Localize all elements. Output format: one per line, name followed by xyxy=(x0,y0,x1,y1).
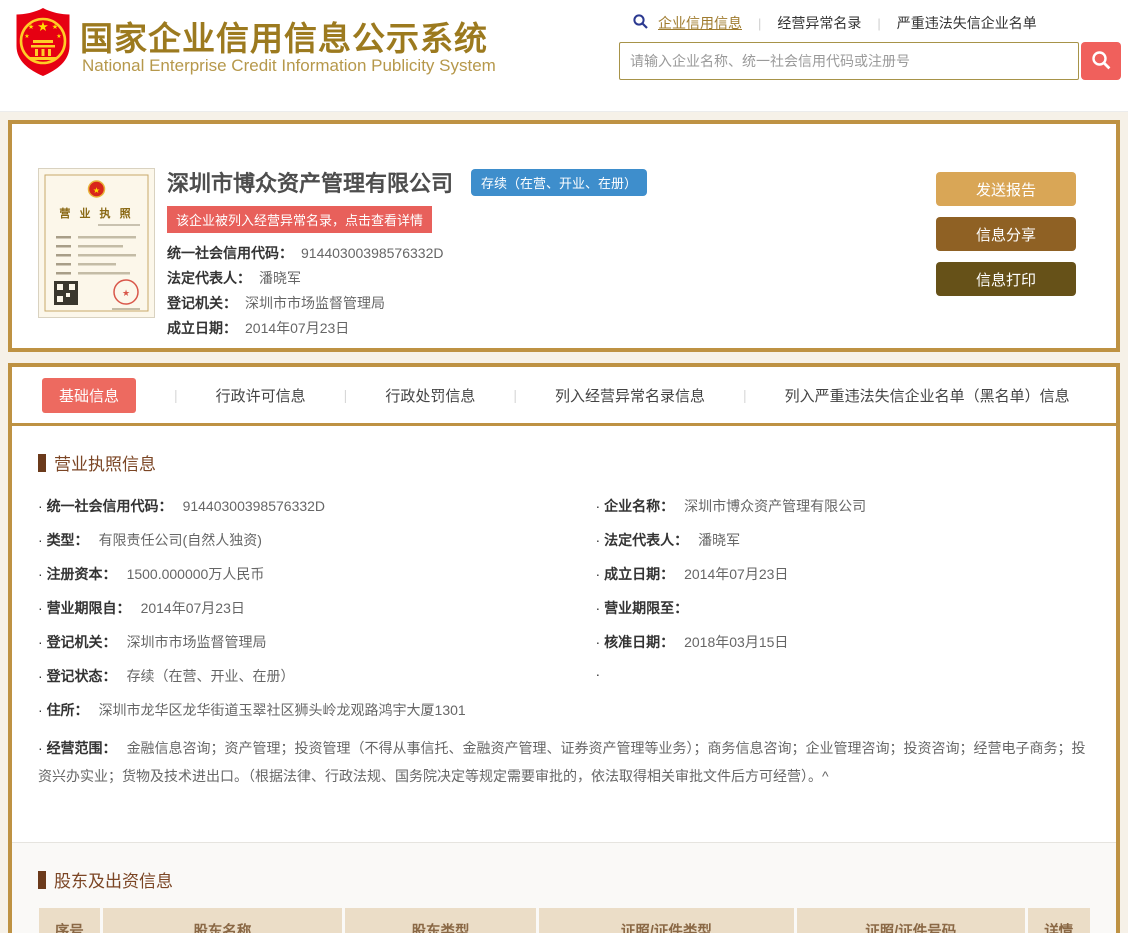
field-empty xyxy=(596,659,1090,693)
company-main-info: 深圳市博众资产管理有限公司 存续（在营、开业、在册） 该企业被列入经营异常名录，… xyxy=(167,166,936,348)
section-title-bar xyxy=(38,453,46,472)
national-emblem-logo: ★ ★ ★ ★ ★ xyxy=(12,6,74,78)
tab-separator: | xyxy=(343,387,348,403)
field-establish-date: 成立日期：2014年07月23日 xyxy=(596,557,1090,591)
svg-text:★: ★ xyxy=(93,186,100,195)
field-type: 类型：有限责任公司(自然人独资) xyxy=(38,523,596,557)
field-legal-rep: 法定代表人：潘晓军 xyxy=(596,523,1090,557)
col-header-shareholder-type: 股东类型 xyxy=(343,908,540,933)
table-header-row: 序号 股东名称 股东类型 证照/证件类型 证照/证件号码 详情 xyxy=(38,908,1090,933)
business-license-image: ★ 营 业 执 照 ★ xyxy=(38,168,155,318)
detail-card: 基础信息 | 行政许可信息 | 行政处罚信息 | 列入经营异常名录信息 | 列入… xyxy=(8,363,1120,933)
abnormal-warning-banner[interactable]: 该企业被列入经营异常名录，点击查看详情 xyxy=(167,206,433,233)
tab-basic-info[interactable]: 基础信息 xyxy=(42,377,137,413)
tab-admin-license[interactable]: 行政许可信息 xyxy=(216,385,306,406)
tab-separator: | xyxy=(513,387,517,403)
field-credit-code: 统一社会信用代码：91440300398576332D xyxy=(38,489,596,523)
header-search-area: 企业信用信息 | 经营异常名录 | 严重违法失信企业名单 xyxy=(619,12,1124,80)
share-info-button[interactable]: 信息分享 xyxy=(936,217,1076,251)
tab-separator: | xyxy=(174,387,178,403)
nav-link-blacklist[interactable]: 严重违法失信企业名单 xyxy=(897,13,1037,33)
print-info-button[interactable]: 信息打印 xyxy=(936,262,1076,296)
svg-text:★: ★ xyxy=(122,288,130,298)
field-value: 91440300398576332D xyxy=(301,245,444,261)
tab-abnormal-list[interactable]: 列入经营异常名录信息 xyxy=(555,385,705,406)
field-term-from: 营业期限自：2014年07月23日 xyxy=(38,591,596,625)
summary-row: 统一社会信用代码： 91440300398576332D xyxy=(167,241,936,266)
svg-text:★: ★ xyxy=(37,19,49,34)
status-badge: 存续（在营、开业、在册） xyxy=(471,168,648,196)
col-header-doc-type: 证照/证件类型 xyxy=(537,908,797,933)
field-registration-status: 登记状态：存续（在营、开业、在册） xyxy=(38,659,596,693)
company-summary-fields: 统一社会信用代码： 91440300398576332D 法定代表人： 潘晓军 登记… xyxy=(167,241,936,341)
shareholders-section: 股东及出资信息 序号 股东名称 股东类型 证照/证件类型 证照/证件号码 详情 xyxy=(12,842,1116,933)
header-nav: 企业信用信息 | 经营异常名录 | 严重违法失信企业名单 xyxy=(619,12,1124,34)
nav-link-abnormal-list[interactable]: 经营异常名录 xyxy=(777,13,861,33)
col-header-index: 序号 xyxy=(38,908,104,933)
send-report-button[interactable]: 发送报告 xyxy=(936,172,1076,206)
col-header-detail: 详情 xyxy=(1026,908,1090,933)
nav-separator: | xyxy=(877,15,881,31)
field-business-scope: 经营范围：金融信息咨询；资产管理；投资管理（不得从事信托、金融资产管理、证券资产… xyxy=(38,727,1090,797)
license-section-title: 营业执照信息 xyxy=(38,450,1090,475)
field-label: 成立日期： xyxy=(167,320,237,336)
field-label: 法定代表人： xyxy=(167,270,251,286)
tab-separator: | xyxy=(742,387,747,403)
search-icon xyxy=(1091,50,1111,73)
field-term-to: 营业期限至： xyxy=(596,591,1090,625)
tab-blacklist[interactable]: 列入严重违法失信企业名单（黑名单）信息 xyxy=(785,385,1070,406)
summary-row: 法定代表人： 潘晓军 xyxy=(167,266,936,291)
license-fields: 统一社会信用代码：91440300398576332D 企业名称：深圳市博众资产… xyxy=(38,489,1090,797)
field-registered-capital: 注册资本：1500.000000万人民币 xyxy=(38,557,596,591)
col-header-shareholder-name: 股东名称 xyxy=(101,908,345,933)
field-value: 2014年07月23日 xyxy=(245,320,350,336)
nav-separator: | xyxy=(758,15,762,31)
svg-text:★: ★ xyxy=(56,33,61,40)
tab-admin-penalty[interactable]: 行政处罚信息 xyxy=(385,385,475,406)
svg-text:★: ★ xyxy=(28,23,34,31)
field-address: 住所：深圳市龙华区龙华街道玉翠社区狮头岭龙观路鸿宇大厦1301 xyxy=(38,693,1090,727)
field-label: 统一社会信用代码： xyxy=(167,245,293,261)
field-company-name: 企业名称：深圳市博众资产管理有限公司 xyxy=(596,489,1090,523)
search-input[interactable] xyxy=(619,42,1079,80)
search-icon xyxy=(633,14,648,32)
svg-text:★: ★ xyxy=(24,33,29,40)
page-background: ★ 营 业 执 照 ★ 深圳市博众资产管理有限公司 存续（在营、开业、在册） 该… xyxy=(0,112,1128,933)
field-label: 登记机关： xyxy=(167,295,237,311)
company-summary-card: ★ 营 业 执 照 ★ 深圳市博众资产管理有限公司 存续（在营、开业、在册） 该… xyxy=(8,120,1120,352)
license-thumb-title: 营 业 执 照 xyxy=(59,206,133,220)
tab-bar: 基础信息 | 行政许可信息 | 行政处罚信息 | 列入经营异常名录信息 | 列入… xyxy=(12,367,1116,423)
nav-link-credit-info[interactable]: 企业信用信息 xyxy=(658,13,742,33)
summary-row: 登记机关： 深圳市市场监督管理局 xyxy=(167,291,936,316)
shareholders-section-title: 股东及出资信息 xyxy=(38,843,1090,892)
shareholders-table: 序号 股东名称 股东类型 证照/证件类型 证照/证件号码 详情 1 潘晓军 自然… xyxy=(38,908,1090,933)
tab-divider xyxy=(12,423,1116,426)
search-button[interactable] xyxy=(1081,42,1121,80)
field-registration-authority: 登记机关：深圳市市场监督管理局 xyxy=(38,625,596,659)
summary-row: 成立日期： 2014年07月23日 xyxy=(167,316,936,341)
col-header-doc-number: 证照/证件号码 xyxy=(795,908,1028,933)
site-title: 国家企业信用信息公示系统 xyxy=(80,20,488,57)
field-value: 深圳市市场监督管理局 xyxy=(245,295,385,311)
field-value: 潘晓军 xyxy=(259,270,301,286)
company-name: 深圳市博众资产管理有限公司 xyxy=(167,171,454,196)
field-approval-date: 核准日期：2018年03月15日 xyxy=(596,625,1090,659)
svg-text:★: ★ xyxy=(52,23,58,31)
site-header: ★ ★ ★ ★ ★ 国家企业信用信息公示系统 National Enterpri… xyxy=(0,0,1128,112)
section-title-bar xyxy=(38,870,46,889)
company-action-buttons: 发送报告 信息分享 信息打印 xyxy=(936,172,1076,348)
site-subtitle: National Enterprise Credit Information P… xyxy=(82,56,496,75)
